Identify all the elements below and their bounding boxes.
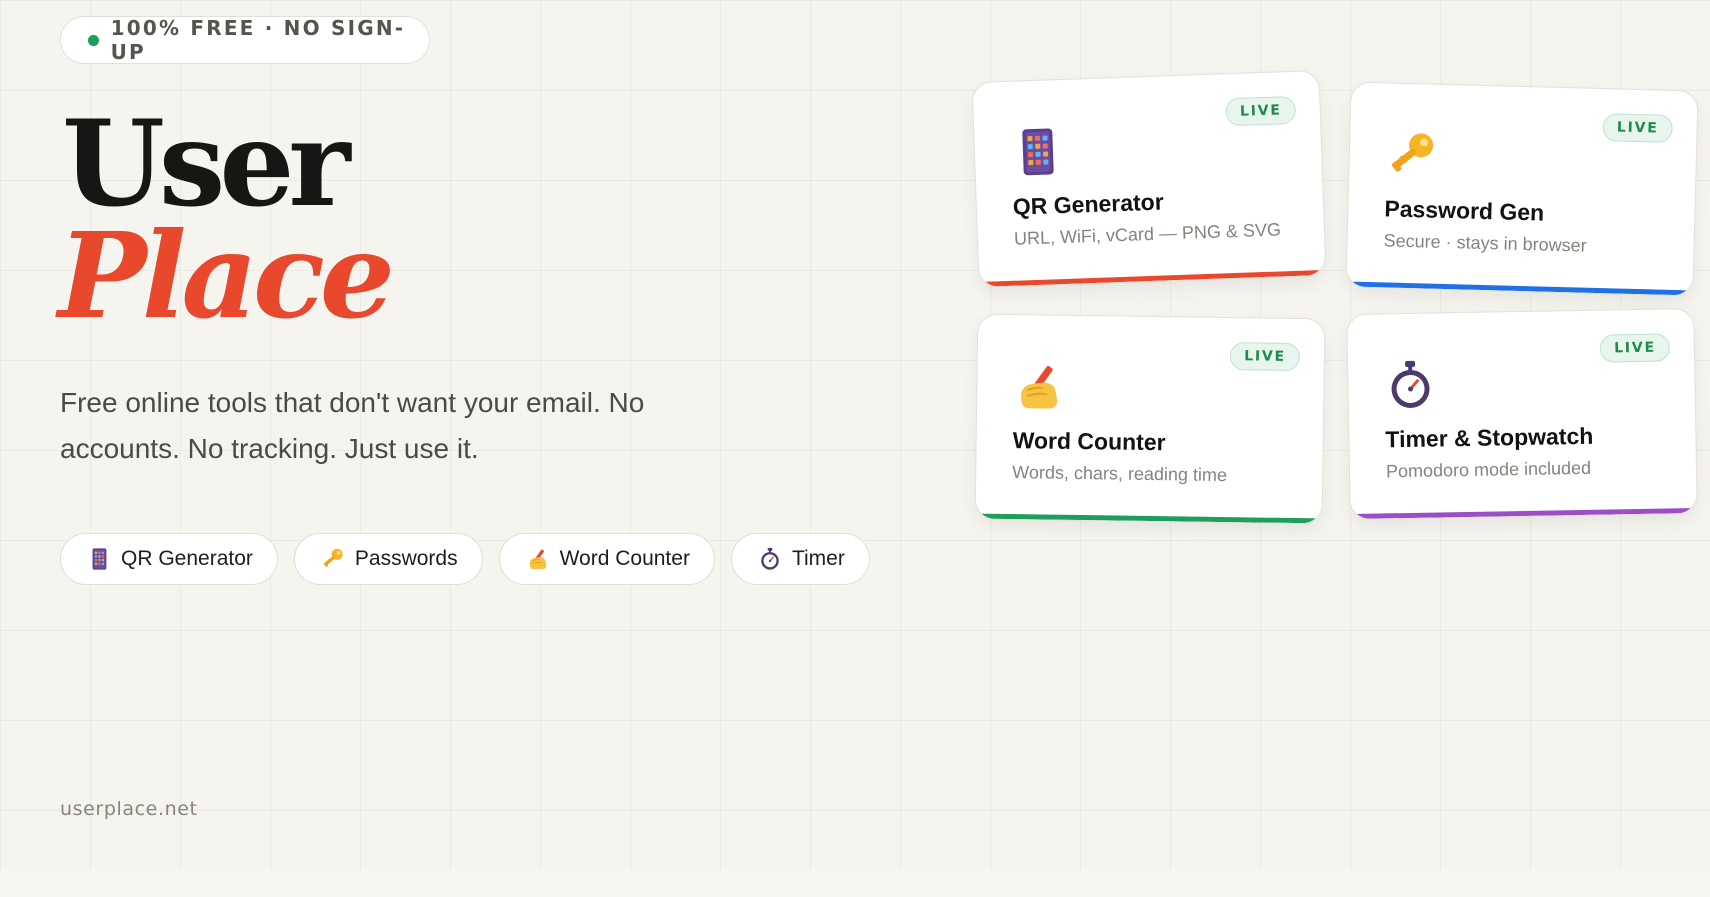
card-subtitle: Secure · stays in browser [1383,230,1587,256]
card-subtitle: URL, WiFi, vCard — PNG & SVG [1013,219,1282,249]
stopwatch-icon [1384,358,1437,411]
footer-domain: userplace.net [60,798,198,820]
stopwatch-icon [758,547,782,571]
card-subtitle: Pomodoro mode included [1385,457,1592,482]
hero-description: Free online tools that don't want your e… [60,387,645,464]
pill-word-counter[interactable]: Word Counter [498,533,715,585]
card-accent-bar [1346,281,1693,296]
page-title: User Place [58,94,395,335]
pill-label: QR Generator [121,547,253,570]
card-accent-bar [1350,507,1697,520]
card-title: Timer & Stopwatch [1385,422,1594,453]
tool-card-password-gen[interactable]: LIVE Password Gen Secure · stays in brow… [1345,81,1699,297]
writing-hand-icon [1013,360,1066,413]
key-icon [321,547,345,571]
writing-hand-icon [526,547,550,571]
pill-timer[interactable]: Timer [730,533,870,585]
status-dot-icon [88,34,99,46]
card-accent-bar [975,513,1322,524]
pill-label: Timer [791,547,845,570]
card-accent-bar [979,269,1326,287]
pill-passwords[interactable]: Passwords [293,533,483,585]
tool-card-timer-stopwatch[interactable]: LIVE Timer & Stopwatch Pomodoro mode inc… [1346,307,1698,521]
tool-pill-row: QR Generator Passwords Word Counter Time… [60,533,870,585]
card-subtitle: Words, chars, reading time [1012,462,1228,486]
free-badge: 100% FREE · NO SIGN-UP [60,16,430,64]
card-title: Word Counter [1012,427,1166,456]
title-line-1: User [62,94,351,233]
pill-label: Word Counter [559,547,690,570]
pill-qr-generator[interactable]: QR Generator [60,533,278,585]
calculator-icon [87,547,111,571]
tool-card-word-counter[interactable]: LIVE Word Counter Words, chars, reading … [974,313,1326,525]
card-title: QR Generator [1012,188,1165,220]
title-line-2: Place [58,206,395,345]
badge-text: 100% FREE · NO SIGN-UP [110,16,406,64]
card-title: Password Gen [1384,195,1545,226]
pill-label: Passwords [354,547,458,570]
live-badge: LIVE [1599,333,1671,363]
calculator-icon [1010,125,1064,179]
tool-card-qr-generator[interactable]: LIVE QR Generator URL, WiFi, vCard — PNG… [971,69,1327,289]
live-badge: LIVE [1602,113,1673,143]
page-bottom-strip [0,870,1710,897]
live-badge: LIVE [1225,95,1297,127]
key-icon [1385,128,1438,181]
live-badge: LIVE [1229,342,1301,372]
